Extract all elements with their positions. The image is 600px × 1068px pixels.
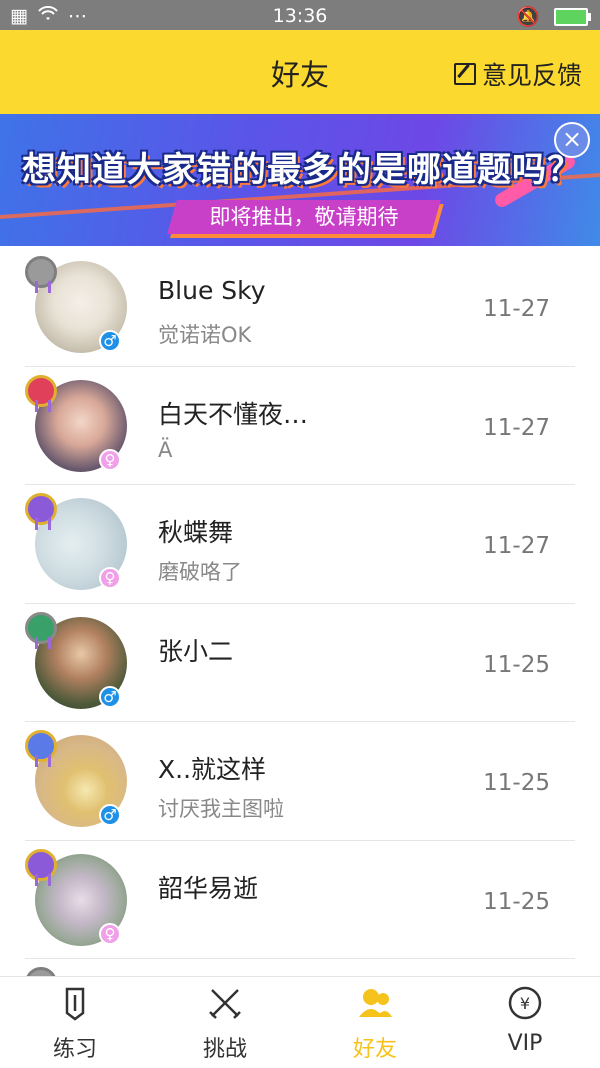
friend-date: 11-25: [483, 888, 550, 915]
friend-date: 11-27: [483, 533, 550, 559]
friend-name: X..就这样: [158, 755, 267, 784]
bottom-tab-bar: 练习 挑战 好友 ¥ VIP: [0, 976, 600, 1068]
friend-message: 觉诺诺OK: [158, 323, 252, 347]
female-icon: ♀: [99, 448, 121, 471]
male-icon: ♂: [99, 685, 121, 708]
friend-date: 11-25: [483, 651, 550, 678]
pencil-icon: [65, 987, 85, 1021]
status-time: 13:36: [272, 5, 328, 27]
level-medal-icon: [25, 256, 57, 293]
app-header: 好友 意见反馈: [0, 30, 600, 114]
mute-icon: 🔕: [516, 6, 540, 28]
friend-row[interactable]: ♀ 韶华易逝 11-25: [25, 841, 575, 959]
banner-headline: 想知道大家错的最多的是哪道题吗？: [22, 150, 582, 190]
friend-row[interactable]: [25, 959, 575, 976]
friend-row[interactable]: ♂ Blue Sky 觉诺诺OK 11-27: [25, 248, 575, 367]
battery-icon: [554, 7, 591, 26]
edit-icon: [453, 63, 476, 85]
tab-practice[interactable]: 练习: [0, 977, 150, 1068]
tab-challenge[interactable]: 挑战: [150, 977, 300, 1068]
friend-row[interactable]: ♀ 白天不懂夜… Ä 11-27: [25, 367, 575, 485]
friends-icon: [359, 989, 392, 1017]
friend-message: 磨破咯了: [158, 560, 242, 584]
friend-row[interactable]: ♀ 秋蝶舞 磨破咯了 11-27: [25, 485, 575, 604]
level-medal-icon: [25, 848, 57, 886]
friend-date: 11-27: [483, 296, 550, 322]
female-icon: ♀: [99, 567, 121, 589]
friend-date: 11-25: [483, 770, 550, 796]
friend-row[interactable]: ♂ 张小二 11-25: [25, 604, 575, 722]
friend-message: 讨厌我主图啦: [158, 797, 284, 821]
friend-date: 11-27: [483, 414, 550, 441]
banner-close-button[interactable]: ×: [554, 122, 590, 158]
level-medal-icon: [25, 611, 57, 649]
friend-message: Ä: [158, 437, 173, 462]
feedback-button[interactable]: 意见反馈: [453, 56, 582, 92]
level-medal-icon: [25, 493, 57, 530]
male-icon: ♂: [99, 804, 121, 826]
banner-subtext: 即将推出，敬请期待: [209, 205, 399, 229]
tab-label: 练习: [52, 1037, 97, 1062]
friend-name: 韶华易逝: [158, 873, 259, 903]
friend-name: 秋蝶舞: [158, 518, 234, 547]
tab-label: VIP: [507, 1031, 543, 1056]
status-bar: ▦ ⋯ 13:36 🔕: [0, 0, 600, 30]
tab-label: 挑战: [202, 1037, 247, 1062]
friend-list: ♂ Blue Sky 觉诺诺OK 11-27 ♀ 白天不懂夜… Ä 11-27 …: [0, 248, 600, 976]
male-icon: ♂: [99, 330, 121, 352]
tab-vip[interactable]: ¥ VIP: [450, 977, 600, 1068]
friend-name: 张小二: [158, 636, 234, 666]
promo-banner[interactable]: 想知道大家错的最多的是哪道题吗？ 即将推出，敬请期待 ×: [0, 114, 600, 246]
feedback-label: 意见反馈: [481, 61, 582, 90]
friend-name: 白天不懂夜…: [158, 399, 309, 429]
banner-subtext-tag: 即将推出，敬请期待: [167, 200, 441, 234]
friend-name: Blue Sky: [158, 276, 266, 305]
tab-label: 好友: [352, 1037, 397, 1062]
tab-friends[interactable]: 好友: [300, 977, 450, 1068]
svg-text:¥: ¥: [520, 994, 530, 1013]
level-medal-icon: [25, 374, 57, 412]
level-medal-icon: [25, 967, 57, 976]
level-medal-icon: [25, 730, 57, 767]
yuan-coin-icon: ¥: [508, 986, 542, 1020]
crossed-swords-icon: [209, 989, 241, 1019]
female-icon: ♀: [99, 922, 121, 945]
friend-row[interactable]: ♂ X..就这样 讨厌我主图啦 11-25: [25, 722, 575, 841]
